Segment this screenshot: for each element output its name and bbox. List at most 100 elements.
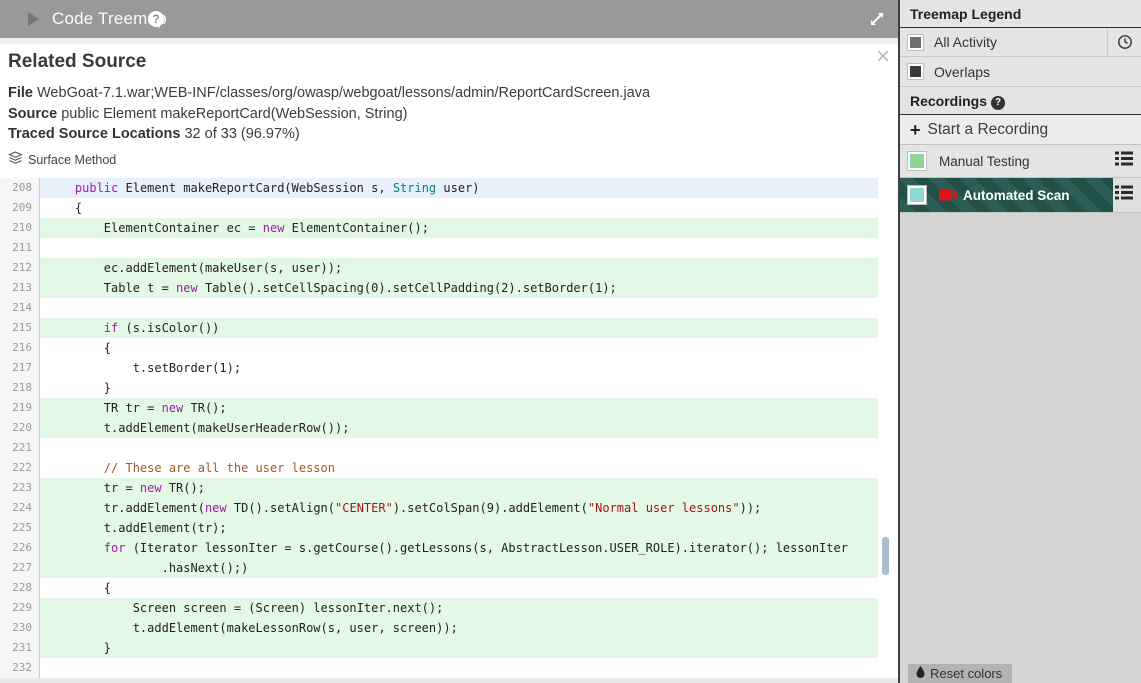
- line-number: 229: [0, 598, 40, 618]
- plus-icon: +: [910, 119, 921, 140]
- code-line: 215 if (s.isColor()): [0, 318, 890, 338]
- line-number: 219: [0, 398, 40, 418]
- layers-icon: [8, 151, 23, 168]
- code-line: 223 tr = new TR();: [0, 478, 890, 498]
- source-label: Source: [8, 105, 58, 122]
- legend-rows: All Activity Overlaps: [900, 28, 1141, 87]
- line-number: 228: [0, 578, 40, 598]
- code-line: 219 TR tr = new TR();: [0, 398, 890, 418]
- line-text: }: [40, 638, 878, 658]
- line-number: 223: [0, 478, 40, 498]
- recordings-header: Recordings?: [900, 87, 1141, 115]
- line-text: t.addElement(tr);: [40, 518, 878, 538]
- recording-item-manual-testing[interactable]: Manual Testing: [900, 145, 1141, 178]
- line-number: 211: [0, 238, 40, 258]
- recording-list-menu-icon[interactable]: [1115, 151, 1133, 171]
- line-number: 218: [0, 378, 40, 398]
- line-text: t.addElement(makeLessonRow(s, user, scre…: [40, 618, 878, 638]
- recording-item-label: Automated Scan: [963, 187, 1070, 203]
- line-text: [40, 298, 878, 318]
- legend-item-label: All Activity: [934, 34, 998, 50]
- close-icon[interactable]: ×: [876, 45, 890, 69]
- recording-color-swatch[interactable]: [907, 151, 927, 171]
- line-text: for (Iterator lessonIter = s.getCourse()…: [40, 538, 878, 558]
- code-line: 224 tr.addElement(new TD().setAlign("CEN…: [0, 498, 890, 518]
- surface-method-label: Surface Method: [28, 152, 117, 167]
- recording-color-swatch[interactable]: [907, 185, 927, 205]
- code-lines: 208 public Element makeReportCard(WebSes…: [0, 178, 890, 678]
- recordings-title: Recordings: [910, 93, 988, 109]
- code-line: 210 ElementContainer ec = new ElementCon…: [0, 218, 890, 238]
- line-text: public Element makeReportCard(WebSession…: [40, 178, 878, 198]
- line-number: 210: [0, 218, 40, 238]
- legend-item-overlaps[interactable]: Overlaps: [900, 57, 1141, 87]
- line-number: 214: [0, 298, 40, 318]
- related-source-panel: × Related Source File WebGoat-7.1.war;WE…: [0, 38, 900, 683]
- traced-label: Traced Source Locations: [8, 126, 181, 142]
- treemap-sidebar: Treemap Legend All Activity Overlaps Reco…: [898, 0, 1141, 683]
- line-number: 208: [0, 178, 40, 198]
- recording-item-label: Manual Testing: [939, 153, 1030, 169]
- droplet-icon: [916, 666, 925, 681]
- line-text: tr.addElement(new TD().setAlign("CENTER"…: [40, 498, 878, 518]
- source-line: Source public Element makeReportCard(Web…: [8, 104, 650, 125]
- panel-bottom-edge: [0, 678, 900, 683]
- code-line: 220 t.addElement(makeUserHeaderRow());: [0, 418, 890, 438]
- code-line: 221: [0, 438, 890, 458]
- line-number: 224: [0, 498, 40, 518]
- recording-camera-icon: [939, 189, 957, 201]
- line-text: // These are all the user lesson: [46, 461, 335, 475]
- legend-item-all-activity[interactable]: All Activity: [900, 28, 1141, 57]
- code-line: 231 }: [0, 638, 890, 658]
- code-line: 216 {: [0, 338, 890, 358]
- file-line: File WebGoat-7.1.war;WEB-INF/classes/org…: [8, 83, 650, 104]
- line-text: TR tr = new TR();: [40, 398, 878, 418]
- line-number: 215: [0, 318, 40, 338]
- reset-colors-button[interactable]: Reset colors: [908, 664, 1013, 683]
- code-treemap-titlebar: Code Treemap ?: [0, 0, 900, 38]
- surface-method-tag: Surface Method: [8, 151, 116, 168]
- source-value: public Element makeReportCard(WebSession…: [57, 105, 408, 122]
- code-line: 212 ec.addElement(makeUser(s, user));: [0, 258, 890, 278]
- recording-rows: Manual Testing Automated Scan: [900, 145, 1141, 213]
- recording-item-automated-scan[interactable]: Automated Scan: [900, 178, 1141, 213]
- line-text: if (s.isColor()): [40, 318, 878, 338]
- legend-color-swatch[interactable]: [907, 63, 924, 80]
- code-line: 226 for (Iterator lessonIter = s.getCour…: [0, 538, 890, 558]
- recording-list-menu-icon[interactable]: [1115, 185, 1133, 205]
- line-number: 222: [0, 458, 40, 478]
- line-text: tr = new TR();: [40, 478, 878, 498]
- code-line: 214: [0, 298, 890, 318]
- line-number: 216: [0, 338, 40, 358]
- code-line: 213 Table t = new Table().setCellSpacing…: [0, 278, 890, 298]
- line-number: 212: [0, 258, 40, 278]
- line-number: 220: [0, 418, 40, 438]
- code-line: 229 Screen screen = (Screen) lessonIter.…: [0, 598, 890, 618]
- line-text: ElementContainer ec = new ElementContain…: [40, 218, 878, 238]
- line-text: .hasNext();): [40, 558, 878, 578]
- line-number: 230: [0, 618, 40, 638]
- page-title: Related Source: [8, 51, 147, 72]
- recordings-help-icon[interactable]: ?: [991, 96, 1006, 110]
- expand-icon[interactable]: [868, 10, 886, 28]
- line-text: {: [46, 581, 112, 595]
- help-icon[interactable]: ?: [148, 11, 164, 27]
- scrollbar-thumb[interactable]: [882, 537, 889, 575]
- line-text: [40, 438, 878, 458]
- line-text: [40, 658, 878, 678]
- start-recording-label: Start a Recording: [927, 120, 1049, 138]
- code-line: 227 .hasNext();): [0, 558, 890, 578]
- start-recording-button[interactable]: + Start a Recording: [900, 115, 1141, 145]
- activity-history-clock-icon[interactable]: [1107, 28, 1141, 56]
- line-number: 227: [0, 558, 40, 578]
- line-text: {: [46, 341, 112, 355]
- line-text: Screen screen = (Screen) lessonIter.next…: [40, 598, 878, 618]
- legend-color-swatch[interactable]: [907, 33, 924, 51]
- code-scrollbar: [881, 178, 889, 678]
- line-text: [40, 238, 878, 258]
- line-number: 231: [0, 638, 40, 658]
- collapse-panel-icon[interactable]: [28, 12, 39, 26]
- reset-colors-label: Reset colors: [930, 666, 1003, 681]
- line-number: 226: [0, 538, 40, 558]
- traced-value: 32 of 33 (96.97%): [180, 126, 300, 142]
